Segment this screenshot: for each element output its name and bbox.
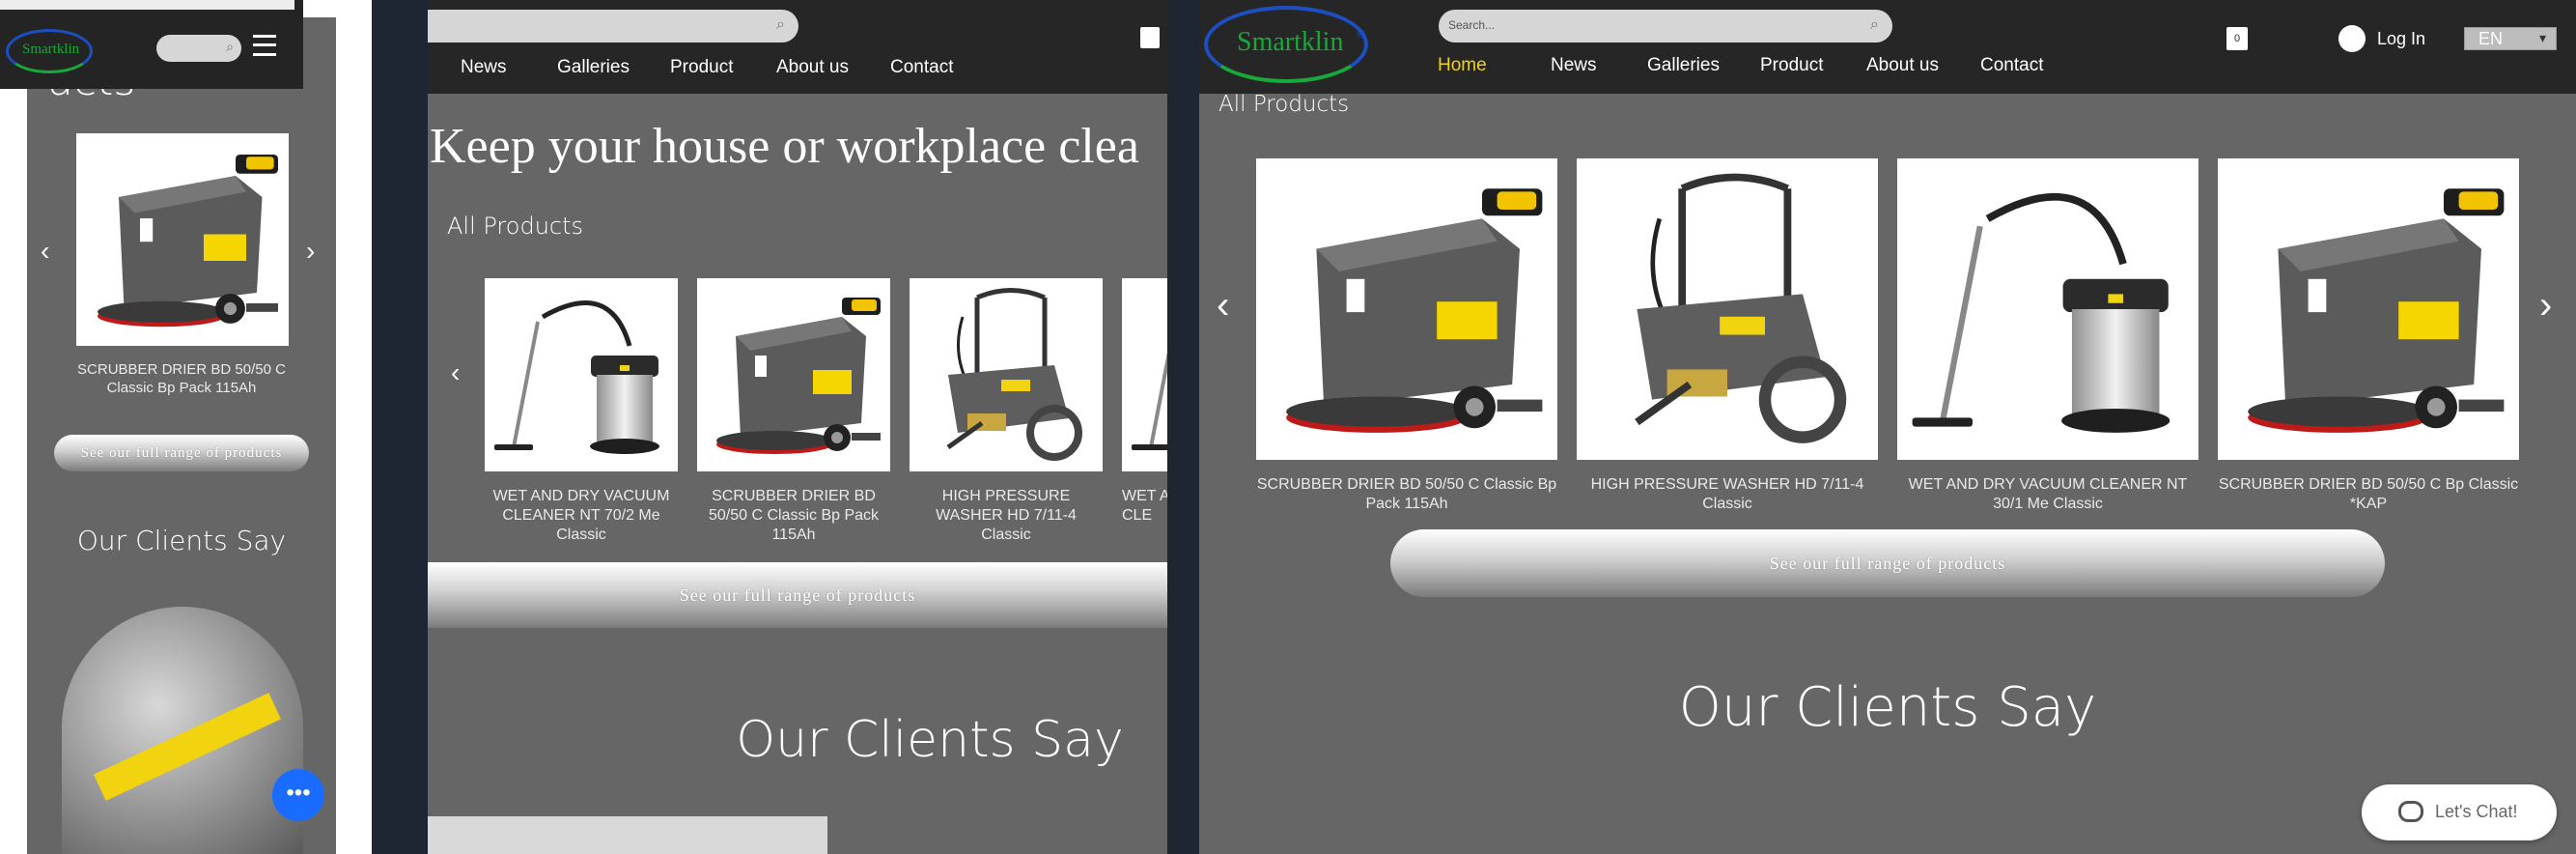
chat-bubble-button[interactable]: ••• <box>272 769 324 821</box>
mobile-next-arrow[interactable]: › <box>306 238 315 265</box>
mobile-product-name[interactable]: SCRUBBER DRIER BD 50/50 C Classic Bp Pac… <box>66 361 297 398</box>
tablet-header: ⌕ News Galleries Product About us Contac… <box>428 0 1167 94</box>
site-logo[interactable]: Smartklin <box>6 29 93 73</box>
vacuum-cleaner-image <box>485 278 678 471</box>
search-placeholder: Search... <box>1448 18 1496 32</box>
nav-galleries[interactable]: Galleries <box>1647 55 1720 76</box>
pressure-washer-image <box>910 278 1103 471</box>
mobile-status-bar <box>0 0 294 10</box>
site-logo[interactable]: Smartklin ® <box>1204 6 1368 83</box>
scrubber-drier-image <box>697 278 890 471</box>
desktop-product-name[interactable]: SCRUBBER DRIER BD 50/50 C Classic Bp Pac… <box>1256 475 1557 514</box>
nav-contact[interactable]: Contact <box>890 57 953 78</box>
tablet-product-name[interactable]: HIGH PRESSURE WASHER HD 7/11-4 Classic <box>910 487 1103 545</box>
scrubber-drier-image <box>76 133 289 346</box>
desktop-product-image[interactable] <box>1897 158 2198 460</box>
hero-headline: Keep your house or workplace clea <box>430 119 1139 174</box>
search-icon: ⌕ <box>1870 16 1879 33</box>
tablet-product-name[interactable]: WET AND DRY VACUUM CLEANER NT 70/2 Me Cl… <box>485 487 678 545</box>
tablet-product-name[interactable]: WET AND DRY VACUUM CLE <box>1122 487 1167 526</box>
desktop-product-image[interactable] <box>1577 158 1878 460</box>
tablet-product-image[interactable] <box>1122 278 1167 471</box>
scrubber-drier-image <box>1256 158 1557 460</box>
mobile-testimonial-image <box>62 607 303 854</box>
desktop-product-image[interactable] <box>2218 158 2519 460</box>
nav-news[interactable]: News <box>461 57 507 78</box>
desktop-next-arrow[interactable]: › <box>2539 286 2552 325</box>
desktop-cta-button[interactable]: See our full range of products <box>1390 529 2385 597</box>
scrubber-drier-image <box>2218 158 2519 460</box>
mobile-header: Smartklin ⌕ <box>0 0 303 89</box>
mobile-search-input[interactable]: ⌕ <box>156 35 241 62</box>
nav-product[interactable]: Product <box>1760 55 1823 76</box>
mobile-clients-title: Our Clients Say <box>76 525 287 556</box>
cart-icon[interactable] <box>1140 27 1160 48</box>
tablet-preview: ⌕ News Galleries Product About us Contac… <box>428 0 1167 854</box>
desktop-preview: Smartklin ® Search... ⌕ Home News Galler… <box>1199 0 2576 854</box>
tablet-product-image[interactable] <box>910 278 1103 471</box>
hamburger-menu-icon[interactable] <box>253 35 276 56</box>
tablet-prev-arrow[interactable]: ‹ <box>451 359 460 386</box>
desktop-clients-title: Our Clients Say <box>1678 676 2097 739</box>
nav-product[interactable]: Product <box>670 57 733 78</box>
desktop-product-name[interactable]: WET AND DRY VACUUM CLEANER NT 30/1 Me Cl… <box>1897 475 2198 514</box>
all-products-heading: All Products <box>447 213 584 240</box>
search-icon: ⌕ <box>226 39 234 54</box>
all-products-heading: All Products <box>1218 92 1350 117</box>
search-icon: ⌕ <box>776 16 785 33</box>
desktop-header: Smartklin ® Search... ⌕ Home News Galler… <box>1199 0 2576 94</box>
pressure-washer-image <box>1577 158 1878 460</box>
language-selector[interactable]: EN ▾ <box>2464 27 2557 50</box>
user-avatar-icon <box>2338 25 2366 52</box>
mobile-product-image[interactable] <box>76 133 289 346</box>
mobile-prev-arrow[interactable]: ‹ <box>41 238 49 265</box>
desktop-search-input[interactable]: Search... ⌕ <box>1439 10 1892 43</box>
tablet-product-name[interactable]: SCRUBBER DRIER BD 50/50 C Classic Bp Pac… <box>697 487 890 545</box>
cart-icon[interactable]: 0 <box>2226 27 2248 50</box>
nav-news[interactable]: News <box>1551 55 1597 76</box>
vacuum-cleaner-image <box>1897 158 2198 460</box>
chat-widget-button[interactable]: Let's Chat! <box>2362 784 2557 840</box>
desktop-product-name[interactable]: HIGH PRESSURE WASHER HD 7/11-4 Classic <box>1577 475 1878 514</box>
nav-about[interactable]: About us <box>776 57 849 78</box>
desktop-product-name[interactable]: SCRUBBER DRIER BD 50/50 C Bp Classic *KA… <box>2218 475 2519 514</box>
tablet-product-image[interactable] <box>485 278 678 471</box>
mobile-preview: ucts ‹ › SCRUBBER DRIER BD 50/50 C Class… <box>0 0 372 854</box>
tablet-product-image[interactable] <box>697 278 890 471</box>
tablet-testimonial-image <box>428 816 827 854</box>
desktop-product-image[interactable] <box>1256 158 1557 460</box>
vacuum-cleaner-image <box>1122 278 1167 471</box>
tablet-search-input[interactable]: ⌕ <box>428 10 798 43</box>
tablet-clients-title: Our Clients Say <box>736 711 1124 769</box>
chat-bubble-icon <box>2398 801 2423 822</box>
nav-home[interactable]: Home <box>1438 55 1487 76</box>
desktop-prev-arrow[interactable]: ‹ <box>1217 286 1229 325</box>
nav-contact[interactable]: Contact <box>1980 55 2043 76</box>
nav-about[interactable]: About us <box>1866 55 1939 76</box>
mobile-cta-button[interactable]: See our full range of products <box>54 435 309 471</box>
tablet-cta-button[interactable]: See our full range of products <box>428 562 1167 628</box>
chevron-down-icon: ▾ <box>2538 30 2546 45</box>
mobile-page: ucts ‹ › SCRUBBER DRIER BD 50/50 C Class… <box>27 17 336 854</box>
nav-galleries[interactable]: Galleries <box>557 57 630 78</box>
